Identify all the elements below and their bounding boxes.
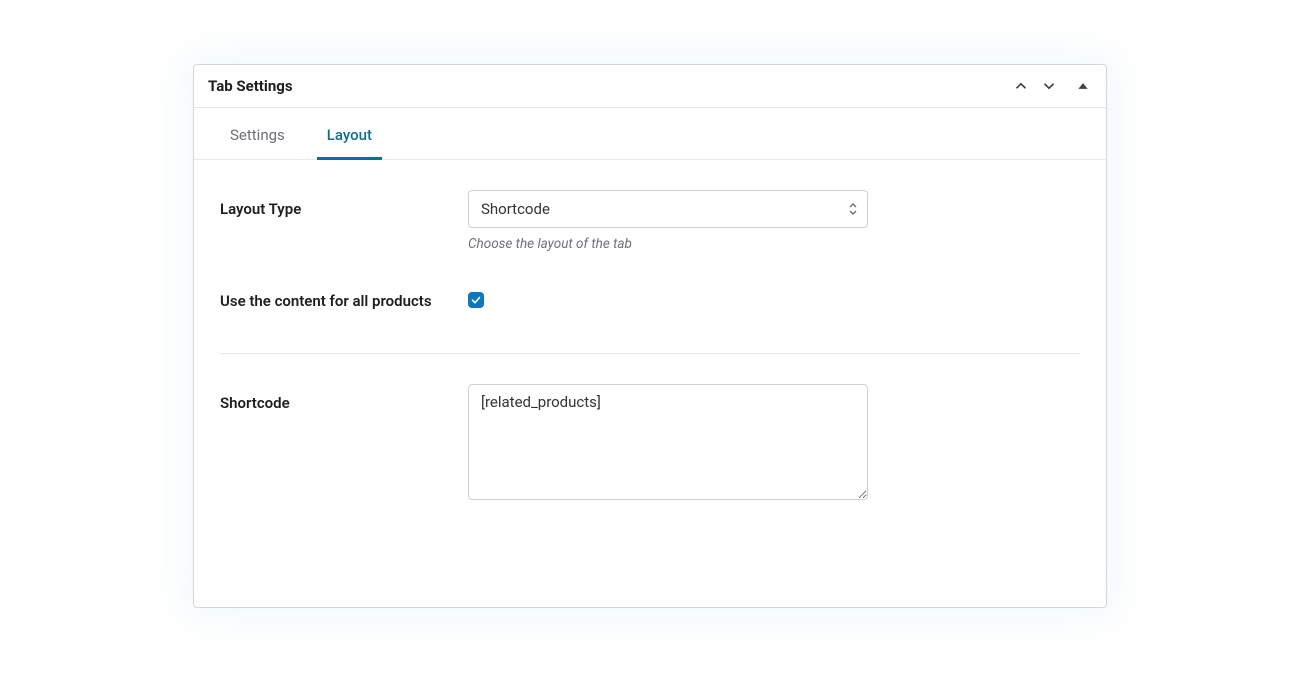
panel-header: Tab Settings [194, 65, 1106, 108]
tab-layout[interactable]: Layout [317, 114, 382, 160]
helper-layout-type: Choose the layout of the tab [468, 236, 1080, 252]
field-shortcode [468, 384, 1080, 504]
chevron-down-icon [1040, 77, 1058, 95]
move-down-button[interactable] [1038, 75, 1060, 97]
label-layout-type: Layout Type [220, 190, 448, 221]
layout-type-select-value: Shortcode [481, 200, 550, 218]
row-shortcode: Shortcode [208, 354, 1092, 504]
panel-tabs: Settings Layout [194, 114, 1106, 160]
check-icon [470, 294, 482, 306]
triangle-up-icon [1076, 79, 1090, 93]
layout-type-select[interactable]: Shortcode [468, 190, 868, 228]
label-shortcode: Shortcode [220, 384, 448, 415]
row-use-all-products: Use the content for all products [208, 252, 1092, 313]
panel-header-actions [1010, 75, 1092, 97]
chevron-up-icon [1012, 77, 1030, 95]
collapse-toggle-button[interactable] [1066, 77, 1092, 95]
field-layout-type: Shortcode Choose the layout of the tab [468, 190, 1080, 252]
tab-settings[interactable]: Settings [220, 114, 295, 160]
layout-type-select-wrap: Shortcode [468, 190, 868, 228]
use-all-products-checkbox[interactable] [468, 292, 484, 308]
label-use-all-products: Use the content for all products [220, 282, 448, 313]
panel-title: Tab Settings [208, 77, 293, 95]
tab-settings-panel: Tab Settings Settings Layout Layout Type… [193, 64, 1107, 608]
panel-body: Layout Type Shortcode Choose the layout … [194, 160, 1106, 504]
field-use-all-products [468, 282, 1080, 310]
shortcode-textarea[interactable] [468, 384, 868, 500]
move-up-button[interactable] [1010, 75, 1032, 97]
row-layout-type: Layout Type Shortcode Choose the layout … [208, 160, 1092, 252]
